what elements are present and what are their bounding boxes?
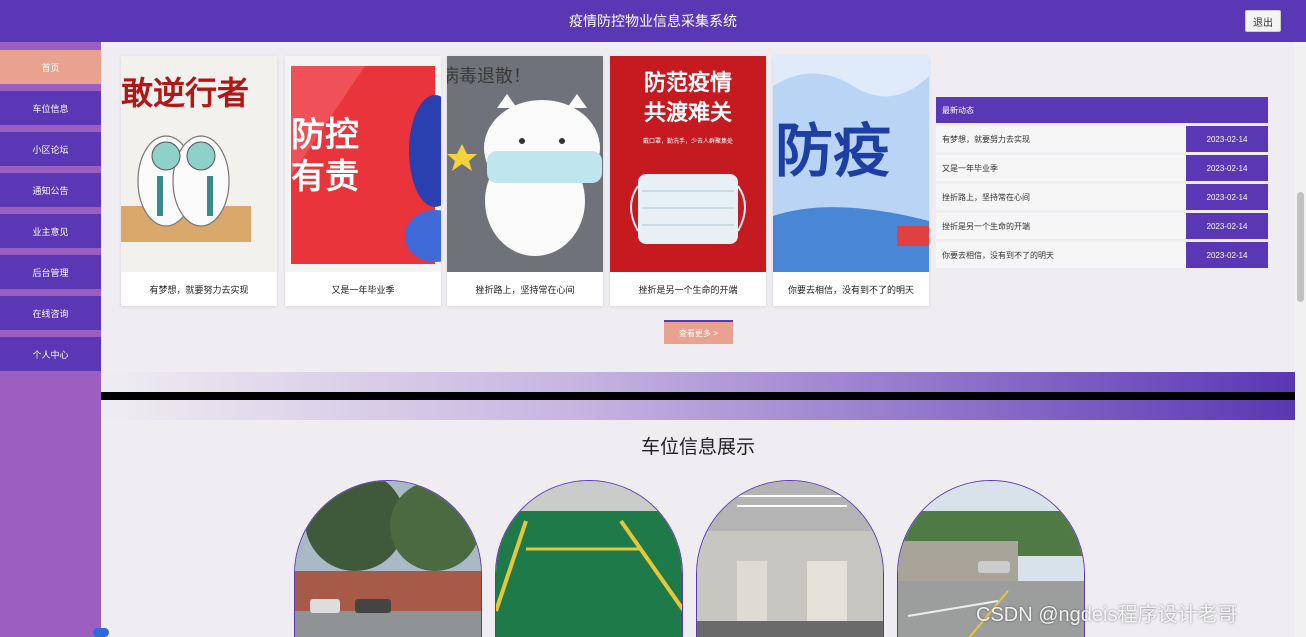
scrollbar-thumb[interactable] — [1297, 192, 1304, 302]
news-row[interactable]: 有梦想，就要努力去实现 2023-02-14 — [936, 126, 1268, 152]
sidebar-item-notices[interactable]: 通知公告 — [0, 173, 101, 207]
logout-button[interactable]: 退出 — [1245, 10, 1281, 32]
sidebar-item-parking-info[interactable]: 车位信息 — [0, 91, 101, 125]
watermark: CSDN @ngdeis程序设计老哥 — [976, 604, 1238, 626]
gallery-card[interactable]: 病毒退散！ 挫折路上，坚持常在心间 — [447, 56, 603, 306]
app-title: 疫情防控物业信息采集系统 — [569, 13, 737, 29]
sidebar-item-profile[interactable]: 个人中心 — [0, 337, 101, 371]
corner-indicator — [93, 628, 109, 637]
news-item-title: 有梦想，就要努力去实现 — [936, 126, 1186, 152]
card-image: 病毒退散！ — [447, 56, 603, 272]
parking-section-title: 车位信息展示 — [640, 437, 755, 458]
sidebar-item-feedback[interactable]: 业主意见 — [0, 214, 101, 248]
sidebar-item-home[interactable]: 首页 — [0, 50, 101, 84]
news-row[interactable]: 又是一年毕业季 2023-02-14 — [936, 155, 1268, 181]
card-caption: 又是一年毕业季 — [331, 284, 395, 295]
card-image: 防范疫情 共渡难关 戴口罩，勤洗手，少去人群聚集处 — [610, 56, 766, 272]
card-caption: 挫折路上，坚持常在心间 — [475, 284, 575, 295]
card-caption: 挫折是另一个生命的开端 — [638, 284, 738, 295]
scrollbar[interactable] — [1295, 42, 1306, 637]
gallery-card[interactable]: 防控 有责 又是一年毕业季 — [285, 56, 441, 306]
card-image-subtext: 戴口罩，勤洗手，少去人群聚集处 — [642, 139, 733, 145]
news-row[interactable]: 挫折路上，坚持常在心间 2023-02-14 — [936, 184, 1268, 210]
card-image: 防控 有责 — [285, 56, 441, 272]
gallery-card[interactable]: 防疫 你要去相信，没有到不了的明天 — [773, 56, 929, 306]
news-item-date: 2023-02-14 — [1186, 184, 1268, 210]
gallery-card[interactable]: 敢逆行者 有梦想，就要努力去实现 — [121, 56, 277, 306]
top-bar: 疫情防控物业信息采集系统 退出 — [0, 0, 1306, 42]
divider-band — [101, 372, 1295, 392]
sidebar-item-admin[interactable]: 后台管理 — [0, 255, 101, 289]
card-caption: 你要去相信，没有到不了的明天 — [787, 284, 914, 295]
news-item-title: 挫折路上，坚持常在心间 — [936, 184, 1186, 210]
news-item-title: 挫折是另一个生命的开端 — [936, 213, 1186, 239]
parking-photo[interactable] — [696, 480, 884, 637]
gallery-card[interactable]: 防范疫情 共渡难关 戴口罩，勤洗手，少去人群聚集处 挫折是另一个生命的开端 — [610, 56, 766, 306]
view-more-button[interactable]: 查看更多 > — [664, 320, 733, 344]
news-item-title: 你要去相信，没有到不了的明天 — [936, 242, 1186, 268]
news-item-date: 2023-02-14 — [1186, 155, 1268, 181]
card-image-text: 防范疫情 共渡难关 — [643, 70, 732, 126]
sidebar-item-consult[interactable]: 在线咨询 — [0, 296, 101, 330]
divider-band — [101, 400, 1295, 420]
divider-line — [101, 392, 1295, 400]
parking-photo[interactable] — [294, 480, 482, 637]
card-image-text: 敢逆行者 — [121, 74, 250, 112]
news-item-title: 又是一年毕业季 — [936, 155, 1186, 181]
parking-photo[interactable] — [495, 480, 683, 637]
card-image: 敢逆行者 — [121, 56, 277, 272]
news-title: 最新动态 — [936, 97, 1268, 123]
news-item-date: 2023-02-14 — [1186, 242, 1268, 268]
news-item-date: 2023-02-14 — [1186, 213, 1268, 239]
main-content: 敢逆行者 有梦想，就要努力去实现 防控 有责 又是一年毕业季 病毒退散！ 挫折路… — [101, 42, 1295, 637]
card-image-text: 防控 有责 — [291, 115, 359, 197]
sidebar: 首页 车位信息 小区论坛 通知公告 业主意见 后台管理 在线咨询 个人中心 — [0, 42, 101, 637]
card-caption: 有梦想，就要努力去实现 — [149, 284, 249, 295]
card-image: 防疫 — [773, 56, 929, 272]
sidebar-item-forum[interactable]: 小区论坛 — [0, 132, 101, 166]
card-image-text: 防疫 — [775, 119, 892, 184]
latest-news-panel: 最新动态 有梦想，就要努力去实现 2023-02-14 又是一年毕业季 2023… — [936, 97, 1268, 268]
news-row[interactable]: 挫折是另一个生命的开端 2023-02-14 — [936, 213, 1268, 239]
card-image-text: 病毒退散！ — [447, 66, 531, 86]
news-row[interactable]: 你要去相信，没有到不了的明天 2023-02-14 — [936, 242, 1268, 268]
news-item-date: 2023-02-14 — [1186, 126, 1268, 152]
